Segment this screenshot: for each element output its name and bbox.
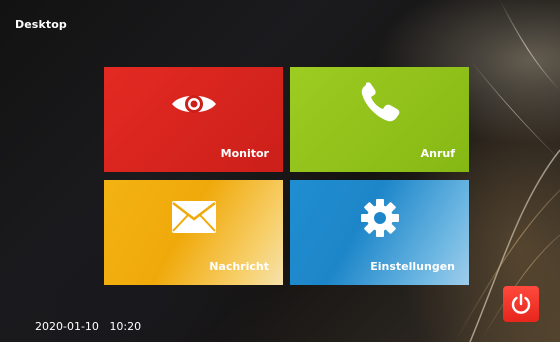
status-datetime: 2020-01-10 10:20 bbox=[35, 320, 148, 333]
monitor-tile[interactable]: Monitor bbox=[104, 67, 283, 172]
phone-icon bbox=[358, 81, 402, 129]
eye-icon bbox=[170, 89, 218, 123]
settings-label: Einstellungen bbox=[370, 260, 455, 273]
call-label: Anruf bbox=[420, 147, 455, 160]
message-label: Nachricht bbox=[209, 260, 269, 273]
desktop-screen: Desktop Monitor Anruf Nachricht Einstell… bbox=[0, 0, 560, 342]
call-tile[interactable]: Anruf bbox=[290, 67, 469, 172]
envelope-icon bbox=[171, 200, 217, 238]
settings-tile[interactable]: Einstellungen bbox=[290, 180, 469, 285]
message-tile[interactable]: Nachricht bbox=[104, 180, 283, 285]
window-title: Desktop bbox=[15, 18, 67, 31]
status-time: 10:20 bbox=[109, 320, 142, 333]
gear-icon bbox=[360, 198, 400, 242]
power-button[interactable] bbox=[503, 286, 539, 322]
power-icon bbox=[511, 293, 531, 314]
status-date: 2020-01-10 bbox=[35, 320, 99, 333]
monitor-label: Monitor bbox=[220, 147, 269, 160]
